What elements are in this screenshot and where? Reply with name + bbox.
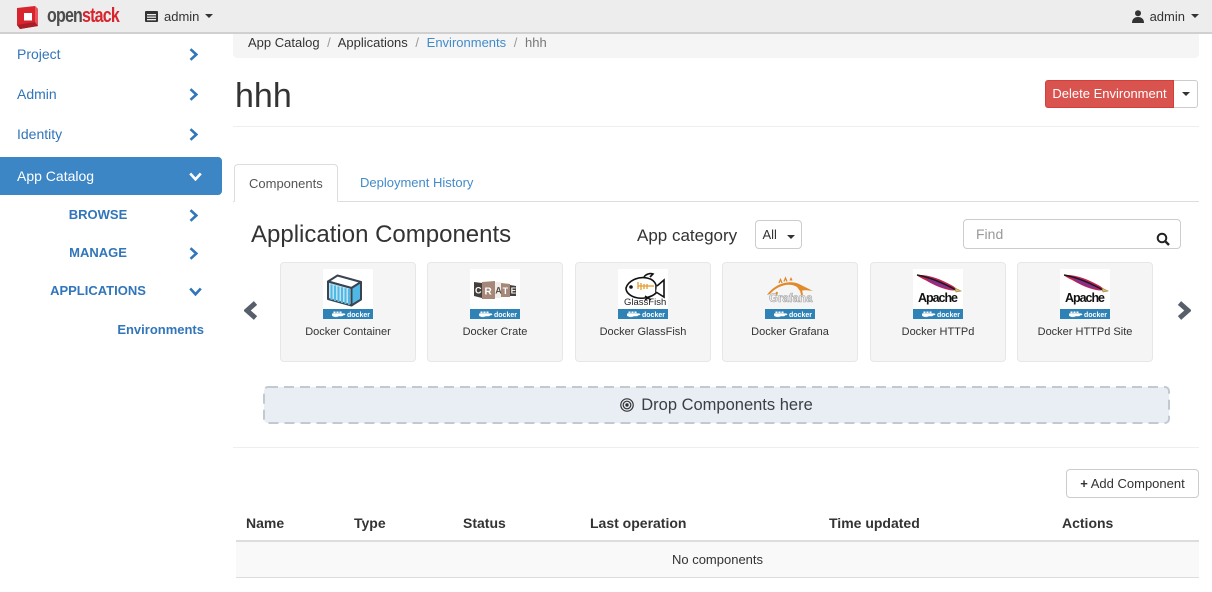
svg-text:R: R [485,287,493,298]
svg-text:docker: docker [789,312,812,319]
svg-text:docker: docker [1084,312,1107,319]
svg-text:Apache: Apache [918,291,958,305]
svg-text:docker: docker [347,312,370,319]
svg-text:C: C [475,286,482,296]
svg-text:docker: docker [937,312,960,319]
svg-text:Grafana: Grafana [769,293,813,305]
svg-text:GlassFish: GlassFish [624,297,666,308]
svg-text:Apache: Apache [1065,291,1105,305]
svg-text:docker: docker [494,312,517,319]
svg-text:docker: docker [642,312,665,319]
svg-text:T: T [503,286,509,296]
svg-text:E: E [511,287,517,296]
svg-text:A: A [495,286,502,296]
